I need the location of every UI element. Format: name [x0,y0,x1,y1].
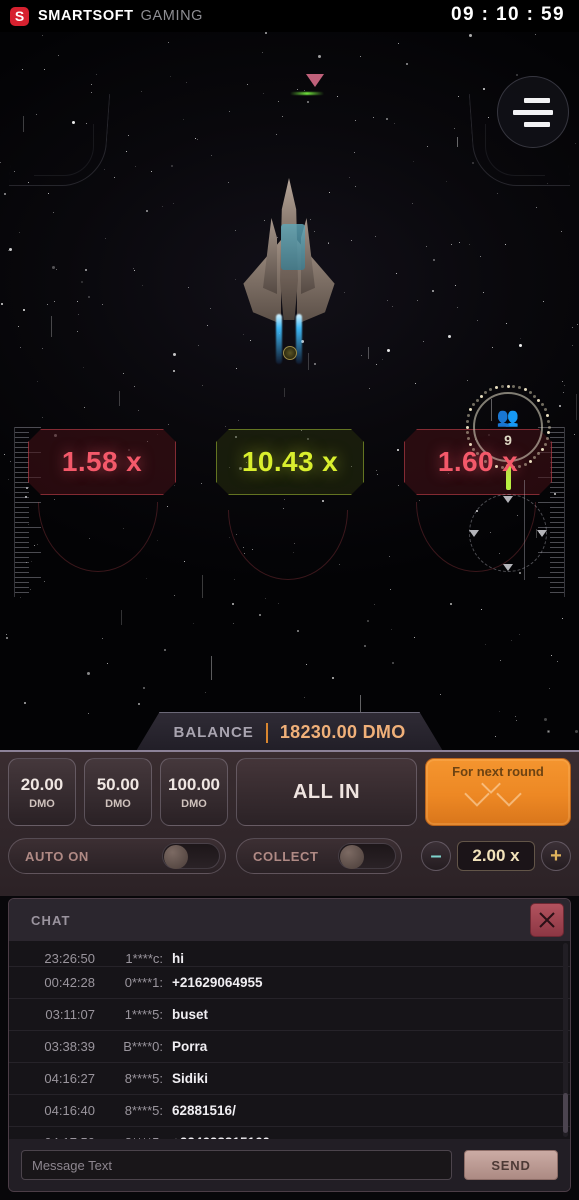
chat-message-time: 03:11:07 [45,1007,95,1022]
bet-amount: 50.00 [96,774,140,794]
chat-title: CHAT [31,912,71,928]
bet-amount: 20.00 [20,774,64,794]
chat-message-text: hi [172,951,184,966]
smartsoft-logo-icon [10,6,29,26]
chat-message-time: 04:16:40 [44,1103,95,1118]
chat-message-time: 00:42:28 [44,975,95,990]
chat-message-user: B****0: [123,1039,163,1054]
bet-button-50[interactable]: 50.00 DMO [84,758,152,826]
balance-bar: BALANCE 18230.00 DMO [135,712,444,750]
brand-name: SMARTSOFT [38,8,134,24]
game-canvas: 1.58 x 10.43 x 1.60 x 👥 9 BALANCE 18230.… [0,32,579,750]
next-round-label: For next round [452,764,544,779]
multiplier-value: 1.60 x [437,446,519,477]
chat-message-user: 8****5: [124,1103,163,1118]
balance-divider [265,722,268,743]
chat-scrollbar-thumb[interactable] [563,1093,568,1133]
bet-button-20[interactable]: 20.00 DMO [8,758,76,826]
chat-message-row: 00:42:28 0****1: +21629064955 [9,967,570,999]
chat-footer: SEND [9,1139,570,1191]
chat-message-row: 04:17:508****5:+224628815160 [9,1127,570,1139]
auto-on-knob[interactable] [164,845,188,869]
balance-label: BALANCE [173,724,254,741]
multiplier-stepper: – 2.00 x + [421,841,571,871]
chat-panel: CHAT 23:26:50 1****c: hi 00:42:28 0****1: +21… [8,898,571,1192]
bet-currency: DMO [29,797,55,810]
multiplier-value: 10.43 x [241,446,339,477]
bet-currency: DMO [181,797,207,810]
chat-message-row: 03:11:07 1****5: buset [9,999,570,1031]
toggles-row: AUTO ON COLLECT – 2.00 x + [8,834,571,878]
chat-message-user: 0****1: [124,975,163,990]
chat-message-text: Porra [172,1039,208,1054]
brand-subtitle: GAMING [140,8,204,24]
control-panel: 20.00 DMO 50.00 DMO 100.00 DMO ALL IN Fo… [0,750,579,896]
close-icon[interactable] [530,903,564,937]
green-streak [290,92,324,95]
all-in-button[interactable]: ALL IN [236,758,417,826]
chat-message-text: Sidiki [172,1071,209,1086]
decrease-button[interactable]: – [421,841,451,871]
multiplier-card-1: 1.58 x [28,429,176,495]
bet-currency: DMO [105,797,131,810]
chat-message-time: 04:16:27 [44,1071,95,1086]
menu-button[interactable] [497,76,569,148]
chat-message-text: buset [172,1007,209,1022]
collect-toggle[interactable]: COLLECT [236,838,402,874]
multiplier-value: 1.58 x [61,446,143,477]
bet-amount: 100.00 [168,774,220,794]
chat-message-time: 03:38:39 [44,1039,95,1054]
chat-message-user: 1****c: [125,951,163,966]
spaceship [241,178,337,364]
collect-track[interactable] [338,843,396,869]
auto-on-toggle[interactable]: AUTO ON [8,838,226,874]
chat-scrollbar[interactable] [563,943,568,1137]
chat-message-row: 04:16:40 8****5: 62881516/ [9,1095,570,1127]
next-round-button[interactable]: For next round [425,758,571,826]
top-bar: SMARTSOFT GAMING 09 : 10 : 59 [0,0,579,32]
chat-message-text: +21629064955 [172,975,263,990]
chat-message-row: 04:16:27 8****5: Sidiki [9,1063,570,1095]
target-marker-icon [306,74,324,87]
send-button[interactable]: SEND [464,1150,558,1180]
stepper-value[interactable]: 2.00 x [457,841,535,871]
clock: 09 : 10 : 59 [451,4,565,25]
auto-on-label: AUTO ON [25,848,89,864]
chat-message-list[interactable]: 23:26:50 1****c: hi 00:42:28 0****1: +2162906… [9,941,570,1139]
balance-amount: 18230.00 DMO [279,722,406,742]
chat-message-row: 03:38:39 B****0: Porra [9,1031,570,1063]
bet-buttons-row: 20.00 DMO 50.00 DMO 100.00 DMO ALL IN Fo… [8,758,571,826]
chat-header: CHAT [9,899,570,941]
collect-label: COLLECT [253,848,319,864]
bet-button-100[interactable]: 100.00 DMO [160,758,228,826]
collect-knob[interactable] [340,845,364,869]
chat-message-time: 23:26:50 [44,951,95,966]
multiplier-card-2: 10.43 x [216,429,364,495]
message-input[interactable] [21,1150,452,1180]
auto-on-track[interactable] [162,843,220,869]
chat-message-user: 1****5: [124,1007,163,1022]
chat-message-user: 8****5: [124,1071,163,1086]
people-icon: 👥 [496,407,520,427]
increase-button[interactable]: + [541,841,571,871]
chat-message-text: 62881516/ [172,1103,236,1118]
hud-lower-dial [469,494,547,572]
chat-message-row: 23:26:50 1****c: hi [9,941,570,967]
